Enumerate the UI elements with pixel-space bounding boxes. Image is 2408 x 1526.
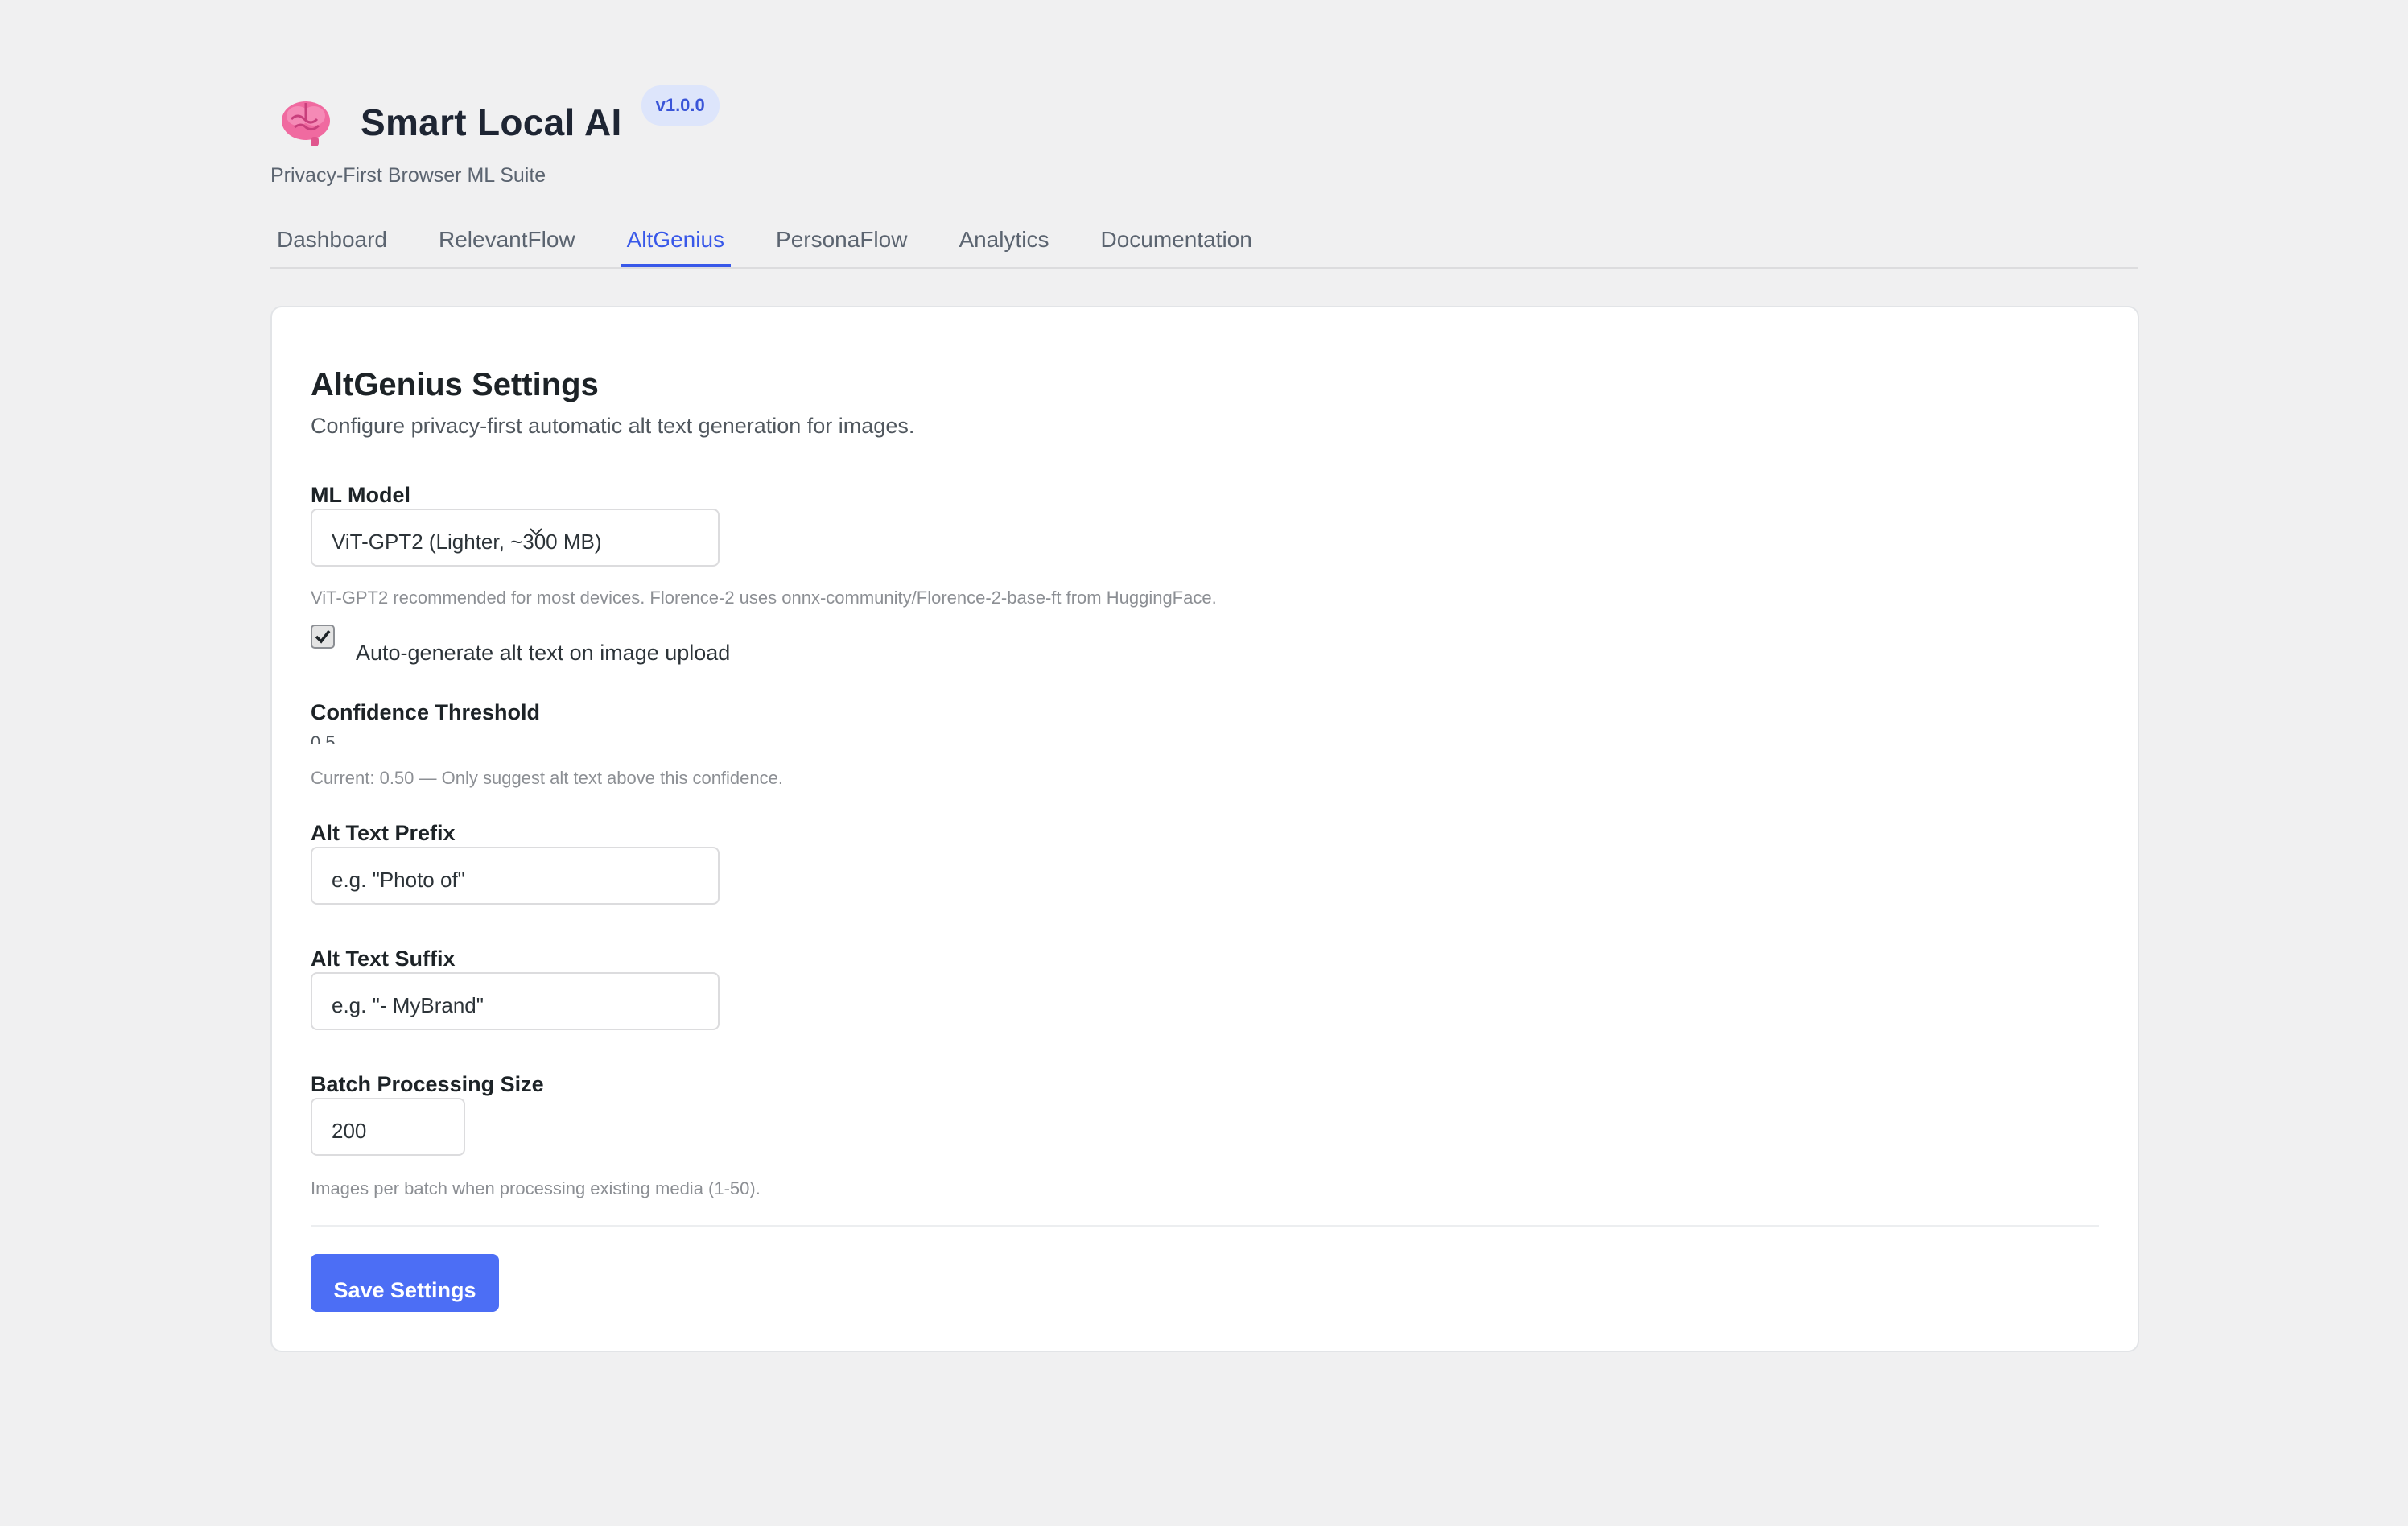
- title-row: Smart Local AI v1.0.0: [270, 84, 2138, 161]
- chevron-down-icon: [530, 528, 542, 536]
- save-settings-button[interactable]: Save Settings: [311, 1254, 499, 1312]
- checkmark-icon: [315, 629, 331, 644]
- ml-model-selected: ViT-GPT2 (Lighter, ~300 MB): [332, 529, 602, 554]
- auto-generate-label[interactable]: Auto-generate alt text on image upload: [356, 641, 730, 666]
- ml-model-help: ViT-GPT2 recommended for most devices. F…: [311, 588, 1217, 608]
- batch-size-value: 200: [332, 1118, 367, 1143]
- tab-personaflow[interactable]: PersonaFlow: [769, 217, 913, 266]
- brain-icon: [275, 92, 336, 153]
- app-title: Smart Local AI: [361, 101, 622, 143]
- confidence-slider[interactable]: 0.5: [311, 732, 336, 744]
- auto-generate-checkbox[interactable]: [311, 625, 335, 649]
- prefix-label: Alt Text Prefix: [311, 821, 456, 845]
- batch-size-input[interactable]: 200: [311, 1098, 465, 1156]
- batch-size-label: Batch Processing Size: [311, 1072, 544, 1096]
- header: Smart Local AI v1.0.0 Privacy-First Brow…: [270, 84, 2138, 188]
- confidence-label: Confidence Threshold: [311, 700, 541, 724]
- tab-documentation[interactable]: Documentation: [1094, 217, 1258, 266]
- suffix-label: Alt Text Suffix: [311, 947, 456, 971]
- suffix-input[interactable]: e.g. "- MyBrand": [311, 972, 720, 1030]
- divider: [311, 1225, 2099, 1227]
- batch-size-help: Images per batch when processing existin…: [311, 1178, 761, 1198]
- ml-model-label: ML Model: [311, 483, 410, 507]
- tab-relevantflow[interactable]: RelevantFlow: [432, 217, 582, 266]
- settings-card: AltGenius Settings Configure privacy-fir…: [270, 306, 2139, 1352]
- app-subtitle: Privacy-First Browser ML Suite: [270, 164, 546, 187]
- page: Smart Local AI v1.0.0 Privacy-First Brow…: [0, 0, 2408, 1526]
- tab-analytics[interactable]: Analytics: [952, 217, 1055, 266]
- settings-description: Configure privacy-first automatic alt te…: [311, 414, 915, 438]
- prefix-input[interactable]: e.g. "Photo of": [311, 847, 720, 905]
- settings-title: AltGenius Settings: [311, 367, 599, 402]
- ml-model-select[interactable]: ViT-GPT2 (Lighter, ~300 MB): [311, 509, 720, 567]
- version-badge: v1.0.0: [641, 85, 720, 126]
- tab-altgenius[interactable]: AltGenius: [620, 217, 732, 267]
- prefix-placeholder: e.g. "Photo of": [332, 867, 465, 892]
- confidence-help: Current: 0.50 — Only suggest alt text ab…: [311, 768, 783, 788]
- tab-dashboard[interactable]: Dashboard: [270, 217, 394, 266]
- suffix-placeholder: e.g. "- MyBrand": [332, 992, 484, 1017]
- tab-bar: Dashboard RelevantFlow AltGenius Persona…: [270, 217, 2138, 269]
